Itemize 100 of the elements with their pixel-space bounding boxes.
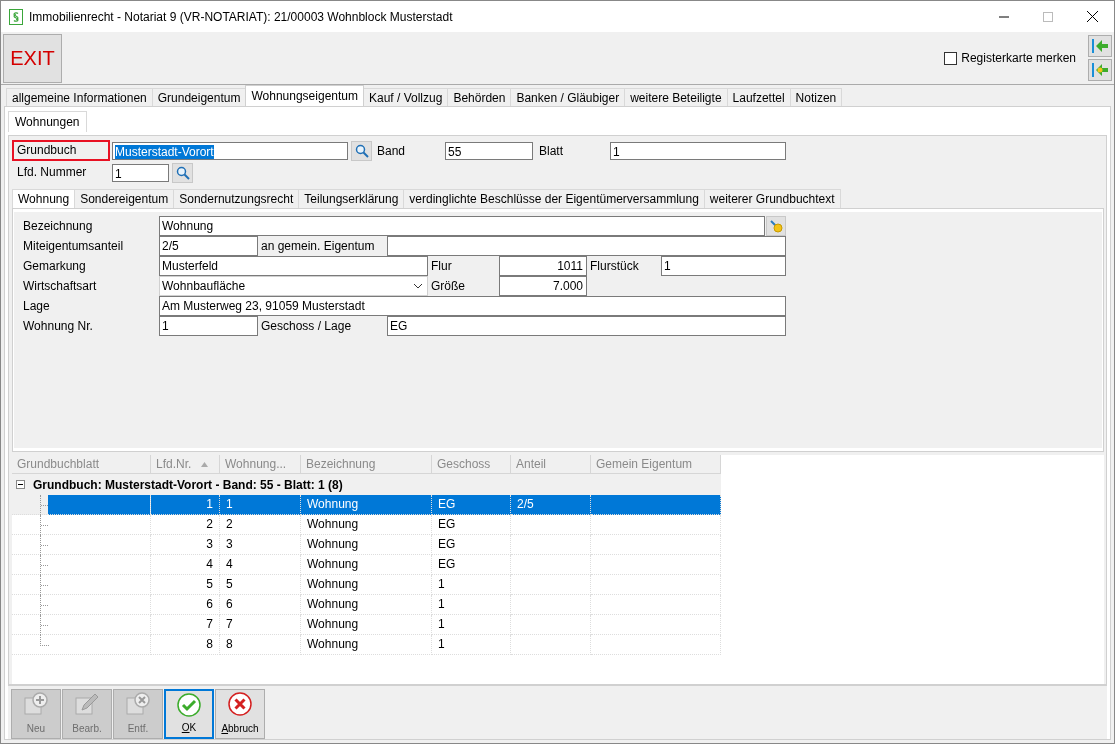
field-label: Blatt [539, 143, 564, 158]
dropdown[interactable]: Wohnbaufläche [159, 276, 428, 296]
table-cell: Wohnung [307, 497, 359, 511]
input-field[interactable]: 1 [159, 316, 258, 336]
collapse-icon[interactable] [16, 480, 25, 489]
table-row[interactable]: 2 2 Wohnung EG [12, 515, 721, 535]
search-button[interactable] [351, 140, 372, 161]
table-cell: Wohnung [307, 577, 359, 591]
window-title: Immobilienrecht - Notariat 9 (VR-NOTARIAT): 21/00003 Wohnblock Musterstadt [29, 9, 453, 24]
plus-icon [23, 692, 49, 716]
tab[interactable]: Banken / Gläubiger [510, 88, 626, 106]
field-label: Grundbuch [12, 140, 110, 161]
table-cell: 7 [206, 617, 213, 631]
field-label: Wohnung Nr. [23, 318, 94, 335]
table-row[interactable]: 1 1 Wohnung EG 2/5 [12, 495, 721, 515]
input-field[interactable]: 2/5 [159, 236, 258, 256]
input-field[interactable]: 7.000 [499, 276, 587, 296]
tab[interactable]: verdinglichte Beschlüsse der Eigentümerversammlung [403, 189, 705, 208]
table-cell: Wohnung [307, 557, 359, 571]
tab[interactable]: Notizen [789, 88, 843, 106]
cancel-icon [228, 692, 252, 716]
checkmark-icon [177, 693, 201, 717]
table-row[interactable]: 6 6 Wohnung 1 [12, 595, 721, 615]
table-cell: Wohnung [307, 537, 359, 551]
table-cell: 2/5 [517, 497, 534, 511]
table-cell: 2 [226, 517, 233, 531]
delete-icon [125, 692, 151, 716]
table-cell: 1 [438, 597, 445, 611]
app-icon [9, 8, 23, 25]
field-label: Lfd. Nummer [16, 164, 88, 181]
table-row[interactable]: 5 5 Wohnung 1 [12, 575, 721, 595]
table-row[interactable]: 3 3 Wohnung EG [12, 535, 721, 555]
group-header: Grundbuch: Musterstadt-Vorort - Band: 55 - Blatt: 1 (8) [33, 477, 343, 492]
input-field[interactable]: Musterstadt-Vorort [112, 141, 348, 160]
tab[interactable]: Kauf / Vollzug [363, 88, 449, 106]
checkbox[interactable] [944, 51, 958, 65]
table-cell: EG [438, 537, 456, 551]
field-label: Geschoss / Lage [260, 318, 353, 335]
input-field[interactable]: 55 [445, 141, 533, 160]
table-cell: EG [438, 517, 456, 531]
table-cell: 4 [226, 557, 233, 571]
cancel-button[interactable]: Abbruch [215, 689, 265, 739]
close-icon[interactable] [1087, 11, 1098, 22]
table-cell: 2 [206, 517, 213, 531]
tab[interactable]: Teilungserklärung [298, 189, 405, 208]
input-field[interactable]: EG [387, 316, 786, 336]
table-cell: 4 [206, 557, 213, 571]
field-label: Größe [430, 278, 466, 295]
arrow-left-icon[interactable] [1088, 35, 1112, 57]
input-field[interactable]: Wohnung [159, 216, 765, 236]
field-label: Miteigentumsanteil [23, 238, 125, 255]
table-cell: 6 [226, 597, 233, 611]
tab[interactable]: weiterer Grundbuchtext [703, 189, 841, 208]
ok-button[interactable]: OK [164, 689, 214, 739]
table-cell: 6 [206, 597, 213, 611]
table-cell: Wohnung [307, 517, 359, 531]
field-label: Band [377, 143, 407, 158]
tab[interactable]: Sondernutzungsrecht [173, 189, 300, 208]
tab[interactable]: weitere Beteiligte [624, 88, 728, 106]
pencil-icon [74, 692, 100, 716]
arrow-left-icon[interactable] [1088, 59, 1112, 81]
input-field[interactable]: 1 [610, 141, 786, 160]
table-cell: 3 [206, 537, 213, 551]
field-label: Bezeichnung [23, 218, 94, 235]
input-field[interactable]: Am Musterweg 23, 91059 Musterstadt [159, 296, 786, 316]
exit-button[interactable]: EXIT [3, 33, 62, 83]
table-row[interactable]: 4 4 Wohnung EG [12, 555, 721, 575]
table-cell: 1 [438, 577, 445, 591]
table-cell: 1 [206, 497, 213, 511]
field-label: Gemarkung [23, 258, 87, 275]
field-label: Lage [23, 298, 51, 315]
tab[interactable]: Wohnung [12, 189, 76, 208]
field-label: Flur [430, 258, 453, 275]
table-row[interactable]: 8 8 Wohnung 1 [12, 635, 721, 655]
table-cell: EG [438, 557, 456, 571]
checkbox-label: Registerkarte merken [961, 51, 1076, 65]
table-cell: 3 [226, 537, 233, 551]
input-field[interactable]: 1 [112, 163, 169, 182]
tab[interactable]: Grundeigentum [151, 88, 247, 106]
table-cell: 1 [438, 637, 445, 651]
input-field[interactable]: 1011 [499, 256, 587, 276]
lookup-button[interactable] [766, 216, 786, 236]
tab[interactable]: Wohnungseigentum [245, 85, 364, 106]
field-label: Wirtschaftsart [23, 278, 98, 295]
table-row[interactable]: 7 7 Wohnung 1 [12, 615, 721, 635]
table-cell: 8 [206, 637, 213, 651]
input-field[interactable]: 1 [661, 256, 786, 276]
input-field[interactable] [387, 236, 786, 256]
tab[interactable]: Wohnungen [8, 111, 87, 132]
sort-ascending-icon [201, 461, 209, 467]
input-field[interactable]: Musterfeld [159, 256, 428, 276]
table-cell: 5 [226, 577, 233, 591]
field-label: Flurstück [589, 258, 640, 275]
tab[interactable]: allgemeine Informationen [6, 88, 153, 106]
table-cell: Wohnung [307, 637, 359, 651]
tab[interactable]: Sondereigentum [74, 189, 175, 208]
search-button[interactable] [172, 162, 193, 183]
table-cell: 1 [438, 617, 445, 631]
table-cell: 8 [226, 637, 233, 651]
field-label: an gemein. Eigentum [260, 238, 376, 255]
